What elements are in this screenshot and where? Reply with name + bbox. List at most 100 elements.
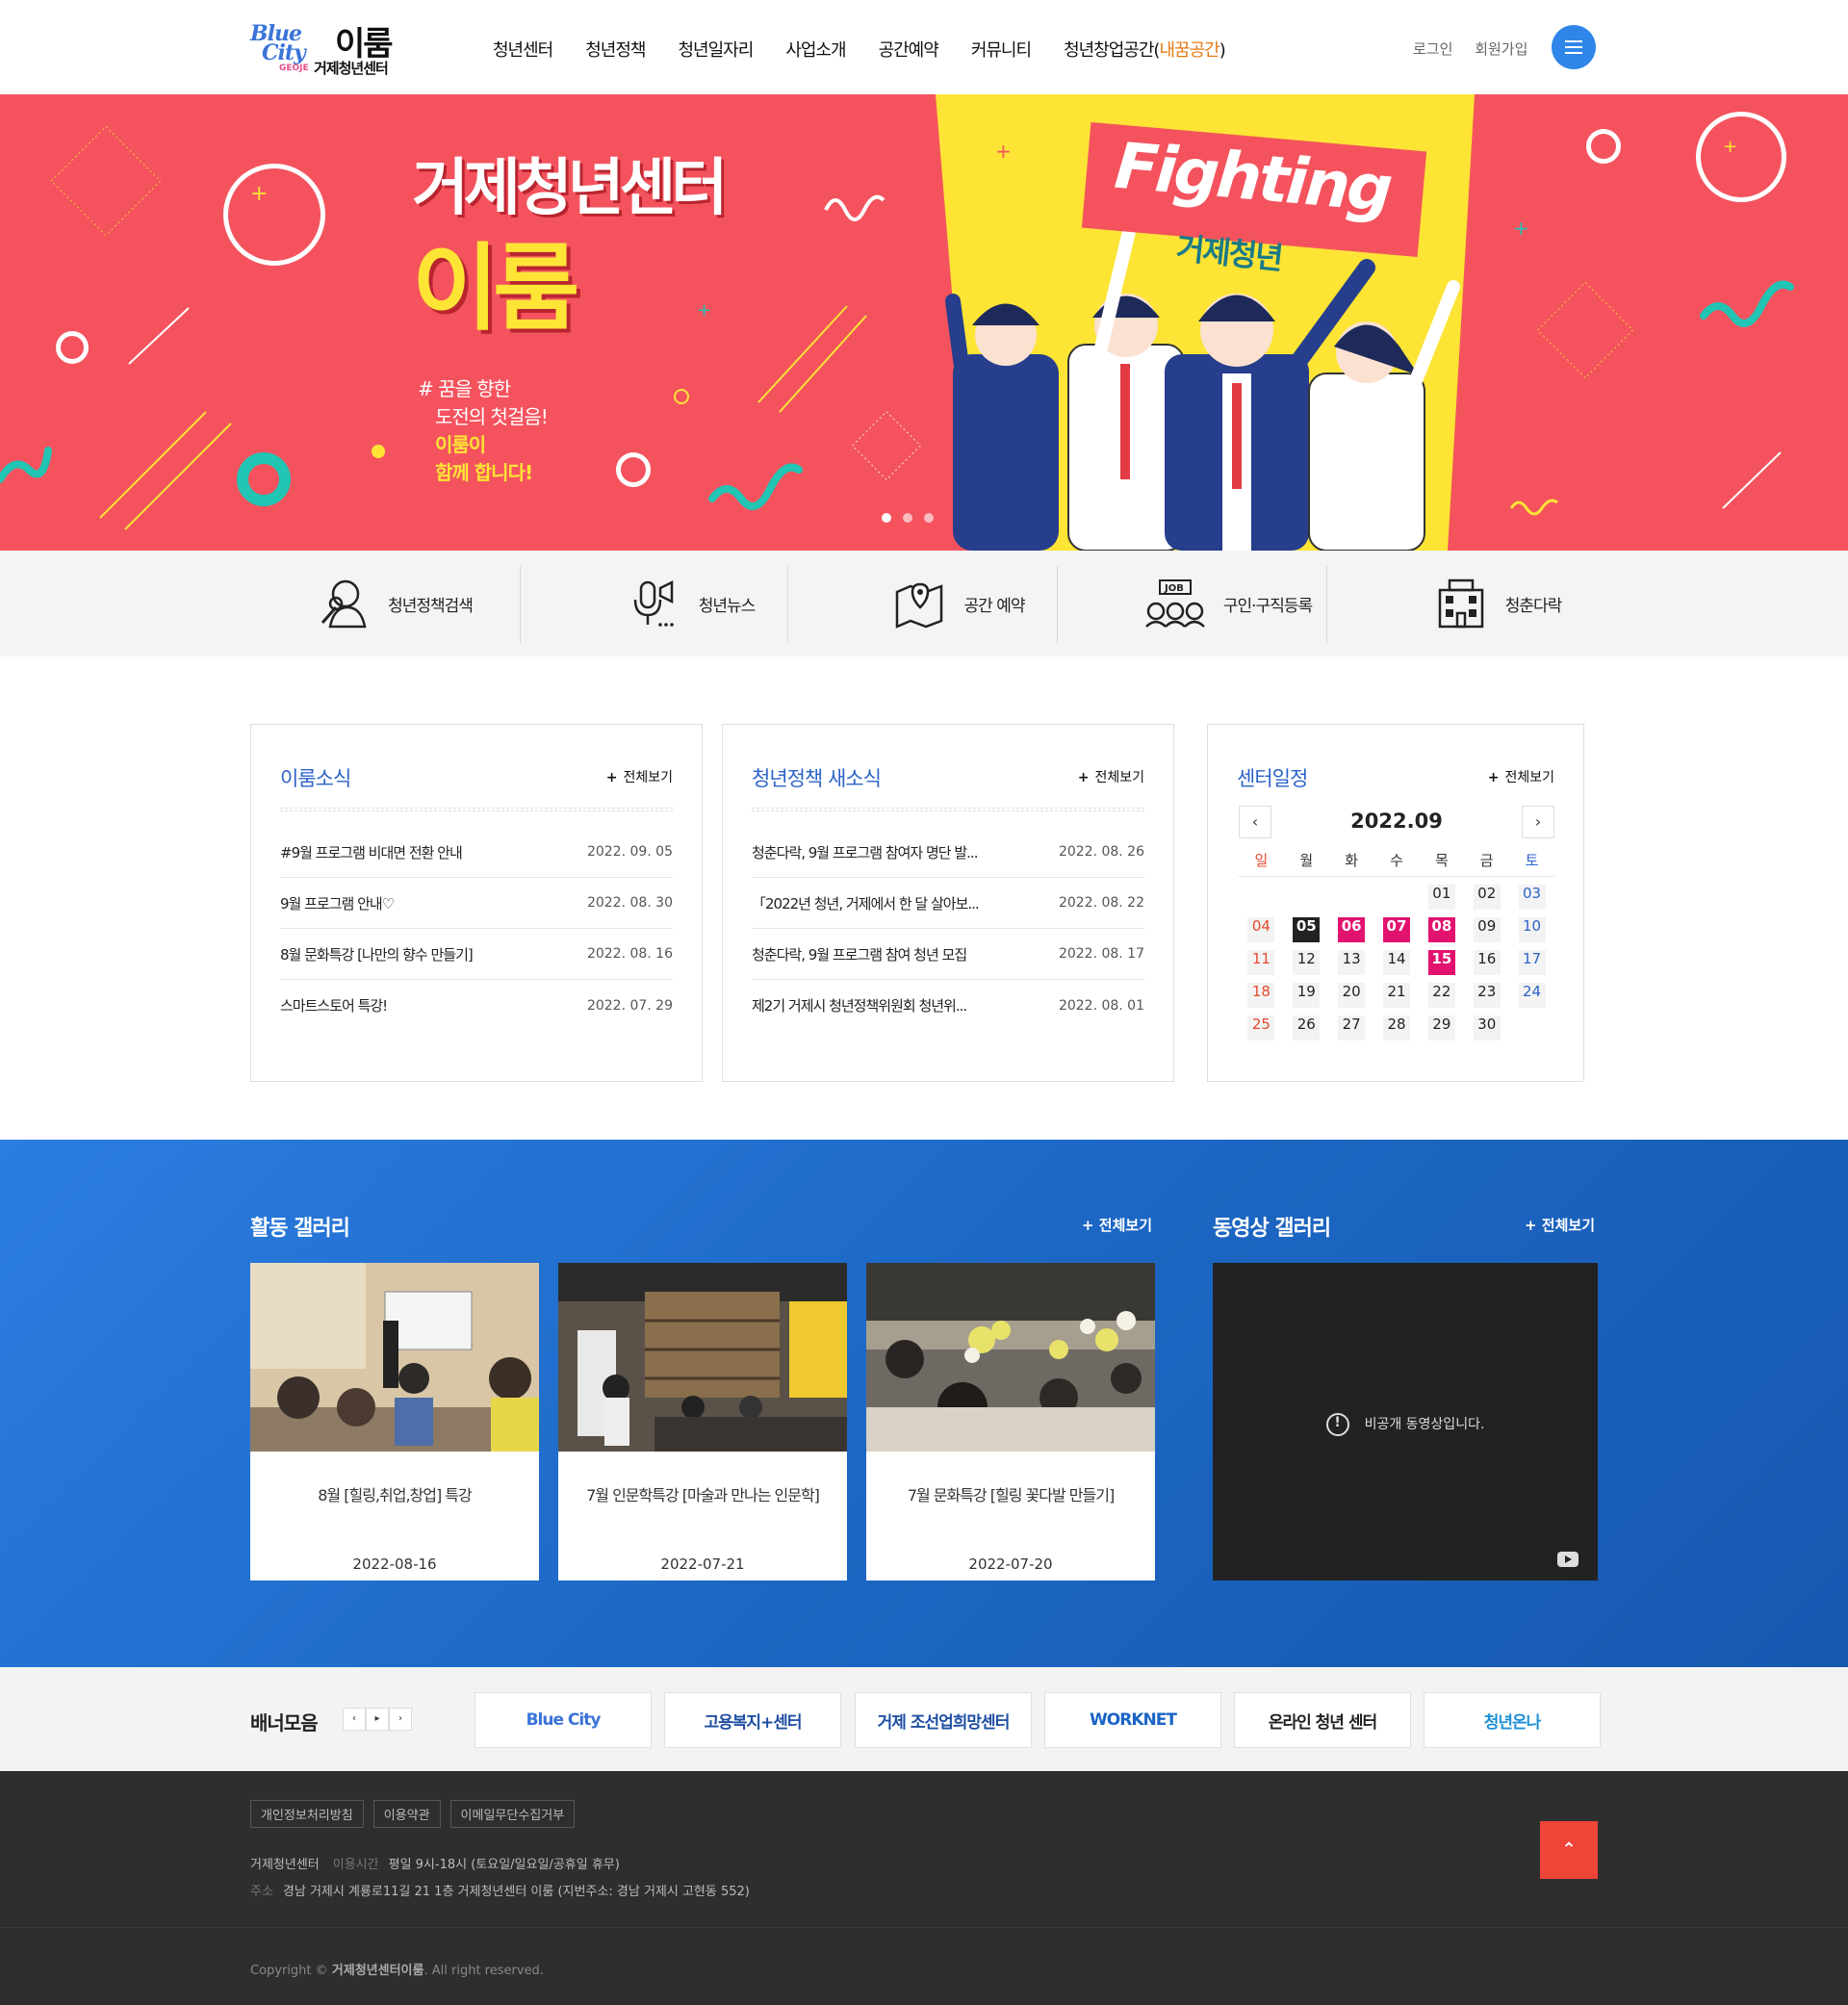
quick-item-space-reservation[interactable]: 공간 예약 bbox=[824, 564, 1093, 643]
nav-item-jobs[interactable]: 청년일자리 bbox=[679, 37, 755, 62]
banner-online-youth-center[interactable]: 온라인 청년 센터 bbox=[1234, 1692, 1411, 1748]
join-link[interactable]: 회원가입 bbox=[1475, 40, 1527, 58]
calendar-day[interactable]: 26 bbox=[1293, 1015, 1321, 1041]
calendar-day[interactable]: 12 bbox=[1293, 950, 1321, 975]
list-item[interactable]: 청춘다락, 9월 프로그램 참여 청년 모집 2022. 08. 17 bbox=[752, 929, 1144, 980]
calendar-day[interactable]: 01 bbox=[1427, 885, 1455, 910]
calendar-day[interactable]: 08 bbox=[1427, 917, 1455, 942]
quick-divider bbox=[1326, 566, 1327, 643]
box-divider bbox=[752, 808, 1144, 811]
list-item[interactable]: 제2기 거제시 청년정책위원회 청년위... 2022. 08. 01 bbox=[752, 980, 1144, 1031]
calendar-day[interactable]: 14 bbox=[1382, 950, 1410, 975]
gallery-card[interactable]: 8월 [힐링,취업,창업] 특강 2022-08-16 bbox=[250, 1263, 539, 1581]
calendar-day[interactable]: 30 bbox=[1473, 1015, 1501, 1041]
calendar-day[interactable]: 02 bbox=[1473, 885, 1501, 910]
list-item[interactable]: 「2022년 청년, 거제에서 한 달 살아보... 2022. 08. 22 bbox=[752, 878, 1144, 929]
calendar-day[interactable]: 11 bbox=[1247, 950, 1275, 975]
gallery-more-link[interactable]: + 전체보기 bbox=[1082, 1215, 1152, 1235]
calendar-day[interactable]: 21 bbox=[1382, 983, 1410, 1008]
calendar-title[interactable]: 센터일정 bbox=[1237, 763, 1308, 792]
nav-item-startup-space[interactable]: 청년창업공간(내꿈공간) bbox=[1064, 37, 1226, 62]
list-item[interactable]: #9월 프로그램 비대면 전환 안내 2022. 09. 05 bbox=[280, 827, 673, 878]
list-item[interactable]: 청춘다락, 9월 프로그램 참여자 명단 발... 2022. 08. 26 bbox=[752, 827, 1144, 878]
banner-worknet[interactable]: WORKNET bbox=[1044, 1692, 1221, 1748]
video-player[interactable]: ! 비공개 동영상입니다. bbox=[1213, 1263, 1598, 1581]
calendar-next-button[interactable]: › bbox=[1522, 806, 1554, 838]
policy-box-title[interactable]: 청년정책 새소식 bbox=[752, 763, 882, 792]
news-box-title[interactable]: 이룸소식 bbox=[280, 763, 351, 792]
calendar-day[interactable]: 05 bbox=[1293, 917, 1321, 942]
calendar-day[interactable]: 24 bbox=[1518, 983, 1546, 1008]
policy-more-link[interactable]: + 전체보기 bbox=[1078, 767, 1144, 786]
banner-youth-onna[interactable]: 청년온나 bbox=[1424, 1692, 1601, 1748]
list-item[interactable]: 스마트스토어 특강! 2022. 07. 29 bbox=[280, 980, 673, 1031]
banner-prev-button[interactable]: ‹ bbox=[343, 1708, 366, 1731]
calendar-day[interactable]: 20 bbox=[1338, 983, 1366, 1008]
banner-bluecity[interactable]: Blue City bbox=[475, 1692, 652, 1748]
list-item-title: 스마트스토어 특강! bbox=[280, 997, 388, 1015]
youtube-icon[interactable] bbox=[1557, 1552, 1578, 1567]
nav-item-policy[interactable]: 청년정책 bbox=[585, 37, 646, 62]
email-refusal-link[interactable]: 이메일무단수집거부 bbox=[449, 1800, 576, 1828]
gallery-card[interactable]: 7월 인문학특강 [마술과 만나는 인문학] 2022-07-21 bbox=[558, 1263, 847, 1581]
banner-shipbuilding-hope-center[interactable]: 거제 조선업희망센터 bbox=[855, 1692, 1032, 1748]
list-item-title: 청춘다락, 9월 프로그램 참여자 명단 발... bbox=[752, 843, 978, 861]
news-more-link[interactable]: + 전체보기 bbox=[606, 767, 673, 786]
calendar-empty-cell bbox=[1293, 885, 1320, 910]
calendar-day[interactable]: 07 bbox=[1382, 917, 1410, 942]
calendar-day[interactable]: 04 bbox=[1247, 917, 1275, 942]
banner-play-button[interactable]: ▸ bbox=[366, 1708, 389, 1731]
calendar-more-link[interactable]: + 전체보기 bbox=[1488, 767, 1554, 786]
banner-next-button[interactable]: › bbox=[389, 1708, 412, 1731]
calendar-day[interactable]: 10 bbox=[1518, 917, 1546, 942]
quick-item-job-registration[interactable]: JOB 구인·구직등록 bbox=[1093, 564, 1363, 643]
microphone-news-icon bbox=[633, 579, 674, 627]
calendar-day[interactable]: 15 bbox=[1427, 950, 1455, 975]
svg-text:+: + bbox=[995, 140, 1012, 163]
calendar-day[interactable]: 06 bbox=[1338, 917, 1366, 942]
gallery-section: 활동 갤러리 + 전체보기 8월 [힐링,취업,창업] 특강 2022-08-1… bbox=[0, 1140, 1848, 1667]
nav-item-community[interactable]: 커뮤니티 bbox=[971, 37, 1032, 62]
calendar-day[interactable]: 18 bbox=[1247, 983, 1275, 1008]
calendar-day[interactable]: 27 bbox=[1338, 1015, 1366, 1041]
privacy-policy-link[interactable]: 개인정보처리방침 bbox=[250, 1800, 364, 1828]
calendar-day[interactable]: 22 bbox=[1427, 983, 1455, 1008]
terms-link[interactable]: 이용약관 bbox=[372, 1800, 441, 1828]
svg-text:+: + bbox=[1723, 137, 1737, 157]
nav-item-business[interactable]: 사업소개 bbox=[785, 37, 846, 62]
nav-startup-post: ) bbox=[1219, 40, 1226, 61]
calendar-day[interactable]: 17 bbox=[1518, 950, 1546, 975]
calendar-day[interactable]: 09 bbox=[1473, 917, 1501, 942]
nav-item-space-reservation[interactable]: 공간예약 bbox=[879, 37, 939, 62]
gallery-card[interactable]: 7월 문화특강 [힐링 꽃다발 만들기] 2022-07-20 bbox=[866, 1263, 1155, 1581]
quick-item-youth-attic[interactable]: 청춘다락 bbox=[1363, 564, 1632, 643]
nav-item-center[interactable]: 청년센터 bbox=[493, 37, 553, 62]
quick-item-youth-news[interactable]: 청년뉴스 bbox=[556, 564, 826, 643]
calendar-prev-button[interactable]: ‹ bbox=[1239, 806, 1271, 838]
quick-item-policy-search[interactable]: 청년정책검색 bbox=[260, 564, 529, 643]
login-link[interactable]: 로그인 bbox=[1413, 40, 1452, 58]
list-item-date: 2022. 08. 16 bbox=[586, 946, 673, 962]
calendar-day[interactable]: 13 bbox=[1338, 950, 1366, 975]
slide-dot-2[interactable] bbox=[903, 513, 912, 523]
list-item[interactable]: 8월 문화특강 [나만의 향수 만들기] 2022. 08. 16 bbox=[280, 929, 673, 980]
calendar-day[interactable]: 16 bbox=[1473, 950, 1501, 975]
site-logo[interactable]: Blue City GEOJE 이룸 거제청년센터 bbox=[248, 17, 412, 77]
scroll-top-button[interactable]: ⌃ bbox=[1540, 1821, 1598, 1879]
calendar-day[interactable]: 25 bbox=[1247, 1015, 1275, 1041]
video-message: ! 비공개 동영상입니다. bbox=[1213, 1413, 1598, 1436]
hamburger-menu-button[interactable] bbox=[1552, 25, 1596, 69]
list-item[interactable]: 9월 프로그램 안내♡ 2022. 08. 30 bbox=[280, 878, 673, 929]
calendar-day[interactable]: 29 bbox=[1427, 1015, 1455, 1041]
slide-dot-1[interactable] bbox=[882, 513, 891, 523]
video-more-link[interactable]: + 전체보기 bbox=[1525, 1215, 1595, 1235]
calendar-day[interactable]: 28 bbox=[1382, 1015, 1410, 1041]
more-label: 전체보기 bbox=[1098, 1217, 1152, 1234]
banner-employment-welfare[interactable]: 고용복지+센터 bbox=[664, 1692, 841, 1748]
calendar-day[interactable]: 03 bbox=[1518, 885, 1546, 910]
list-item-title: 제2기 거제시 청년정책위원회 청년위... bbox=[752, 997, 967, 1015]
calendar-day[interactable]: 19 bbox=[1293, 983, 1321, 1008]
calendar-day[interactable]: 23 bbox=[1473, 983, 1501, 1008]
slide-dot-3[interactable] bbox=[924, 513, 934, 523]
banner-label: 청년온나 bbox=[1483, 1712, 1542, 1733]
